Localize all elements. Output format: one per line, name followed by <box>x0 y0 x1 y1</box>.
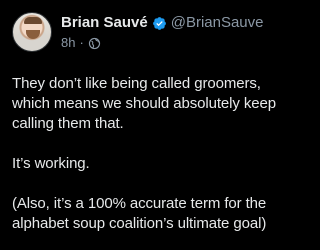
tweet-sub-line: 8h · <box>61 34 264 52</box>
tweet-paragraph-1: They don’t like being called groomers, w… <box>12 75 281 132</box>
tweet-paragraph-2: It’s working. <box>12 155 90 172</box>
globe-icon <box>88 37 101 50</box>
separator-dot: · <box>79 35 84 50</box>
tweet-body: They don’t like being called groomers, w… <box>12 74 288 234</box>
avatar[interactable] <box>12 12 52 52</box>
avatar-beard <box>26 30 40 39</box>
author-display-name[interactable]: Brian Sauvé <box>61 13 148 33</box>
tweet-timestamp[interactable]: 8h <box>61 34 75 52</box>
author-meta: Brian Sauvé @BrianSauve 8h · <box>61 13 264 52</box>
name-line: Brian Sauvé @BrianSauve <box>61 13 264 33</box>
author-handle[interactable]: @BrianSauve <box>171 13 264 33</box>
tweet-header: Brian Sauvé @BrianSauve 8h · <box>12 12 288 60</box>
tweet-card: Brian Sauvé @BrianSauve 8h · They don’t … <box>0 0 300 250</box>
tweet-paragraph-3: (Also, it’s a 100% accurate term for the… <box>12 195 271 232</box>
verified-badge-icon <box>152 16 167 31</box>
avatar-hair <box>24 17 42 24</box>
